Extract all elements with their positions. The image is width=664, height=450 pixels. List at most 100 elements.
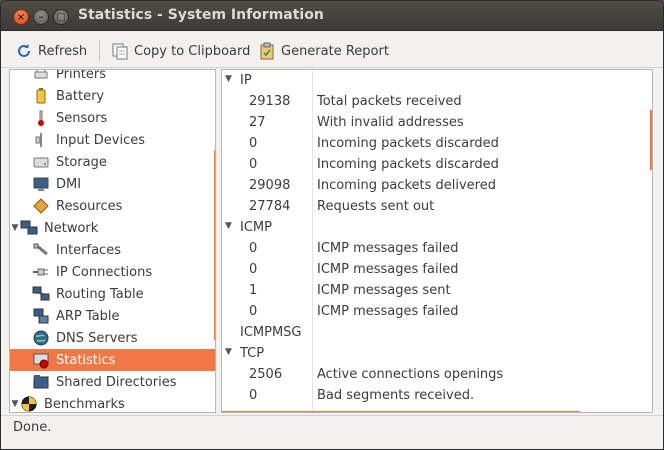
list-item[interactable]: 0 Incoming packets discarded — [222, 134, 652, 155]
expander-arrow-icon[interactable]: ▼ — [225, 347, 232, 357]
sidebar-item-sensors[interactable]: Sensors — [10, 107, 215, 129]
sidebar-item-input-devices[interactable]: Input Devices — [10, 129, 215, 151]
sidebar-item-dns-servers[interactable]: DNS Servers — [10, 327, 215, 349]
stat-value: 0 — [249, 388, 258, 403]
refresh-button[interactable]: Refresh — [15, 40, 87, 62]
section-name: IP — [240, 73, 252, 88]
stat-value: 1 — [249, 283, 258, 298]
stat-label: Incoming packets delivered — [317, 178, 496, 193]
maximize-icon[interactable]: □ — [53, 9, 69, 25]
sidebar-item-label: Benchmarks — [44, 396, 125, 412]
stat-value: 0 — [249, 262, 258, 277]
list-item[interactable]: 2506 Active connections openings — [222, 365, 652, 386]
toolbar: Refresh Copy to Clipboard Generate Repor… — [1, 32, 663, 68]
routing-icon — [32, 285, 50, 303]
expander-arrow-icon[interactable]: ▼ — [225, 74, 232, 84]
benchmark-icon — [20, 395, 38, 412]
app-window: × – □ Statistics - System Information Re… — [0, 0, 664, 450]
sidebar-tree[interactable]: Printers Battery Sensors Input Devices Stora… — [9, 69, 216, 413]
plug-icon — [32, 263, 50, 281]
generate-report-button[interactable]: Generate Report — [258, 40, 389, 62]
section-name: ICMPMSG — [240, 325, 302, 340]
sidebar-item-benchmarks[interactable]: ▼ Benchmarks — [10, 393, 215, 412]
globe-icon — [32, 329, 50, 347]
list-item[interactable]: 1 ICMP messages sent — [222, 281, 652, 302]
list-item[interactable]: 0 Incoming packets discarded — [222, 155, 652, 176]
minimize-icon[interactable]: – — [33, 9, 49, 25]
list-item[interactable]: 0 ICMP messages failed — [222, 302, 652, 323]
expander-arrow-icon[interactable]: ▼ — [10, 399, 20, 409]
sidebar-item-routing-table[interactable]: Routing Table — [10, 283, 215, 305]
folder-share-icon — [32, 373, 50, 391]
sidebar-item-interfaces[interactable]: Interfaces — [10, 239, 215, 261]
refresh-icon — [15, 42, 33, 60]
stat-label: ICMP messages failed — [317, 304, 459, 319]
sidebar-item-label: Input Devices — [56, 132, 146, 148]
report-icon — [258, 42, 276, 60]
vertical-scrollbar[interactable] — [650, 110, 652, 170]
sidebar-item-label: Resources — [56, 198, 123, 214]
sidebar-item-label: Network — [44, 220, 99, 236]
horizontal-scrollbar[interactable] — [222, 411, 580, 412]
sidebar-scrollbar[interactable] — [214, 150, 215, 340]
sidebar-item-storage[interactable]: Storage — [10, 151, 215, 173]
report-label: Generate Report — [281, 43, 389, 59]
stat-value: 29138 — [249, 94, 291, 109]
toolbar-separator — [99, 40, 100, 62]
printer-icon — [32, 70, 50, 83]
sidebar-item-printers[interactable]: Printers — [10, 69, 215, 85]
sidebar-item-resources[interactable]: Resources — [10, 195, 215, 217]
statistics-list[interactable]: ▼ IP 29138 Total packets received 27 With inv… — [221, 69, 653, 413]
stat-label: Total packets received — [317, 94, 462, 109]
expander-arrow-icon[interactable]: ▼ — [10, 223, 20, 233]
sidebar-item-dmi[interactable]: DMI — [10, 173, 215, 195]
list-item[interactable]: 0 ICMP messages failed — [222, 260, 652, 281]
section-header[interactable]: ▼ TCP — [222, 344, 652, 365]
battery-icon — [32, 87, 50, 105]
stat-value: 0 — [249, 304, 258, 319]
sidebar-item-network[interactable]: ▼ Network — [10, 217, 215, 239]
keyboard-icon — [32, 131, 50, 149]
section-header[interactable]: ICMPMSG — [222, 323, 652, 344]
thermometer-icon — [32, 109, 50, 127]
list-item[interactable]: 29098 Incoming packets delivered — [222, 176, 652, 197]
title-bar: × – □ Statistics - System Information — [1, 1, 663, 31]
stat-value: 0 — [249, 157, 258, 172]
section-header[interactable]: ▼ IP — [222, 71, 652, 92]
stat-value: 0 — [249, 241, 258, 256]
stat-label: Incoming packets discarded — [317, 157, 499, 172]
network-icon — [20, 219, 38, 237]
refresh-label: Refresh — [38, 43, 88, 59]
stat-label: Bad segments received. — [317, 388, 475, 403]
sidebar-item-arp-table[interactable]: ARP Table — [10, 305, 215, 327]
list-item[interactable]: 0 ICMP messages failed — [222, 239, 652, 260]
resources-icon — [32, 197, 50, 215]
stat-value: 0 — [249, 136, 258, 151]
list-item[interactable]: 29138 Total packets received — [222, 92, 652, 113]
sidebar-item-shared-directories[interactable]: Shared Directories — [10, 371, 215, 393]
sidebar-item-label: ARP Table — [56, 308, 120, 324]
sidebar-item-label: Sensors — [56, 110, 108, 126]
sidebar-item-battery[interactable]: Battery — [10, 85, 215, 107]
stat-label: With invalid addresses — [317, 115, 464, 130]
copy-label: Copy to Clipboard — [134, 43, 251, 59]
stat-label: ICMP messages failed — [317, 262, 459, 277]
expander-arrow-icon[interactable]: ▼ — [225, 221, 232, 231]
list-item[interactable]: 27 With invalid addresses — [222, 113, 652, 134]
stat-value: 29098 — [249, 178, 291, 193]
sidebar-item-ip-connections[interactable]: IP Connections — [10, 261, 215, 283]
sidebar-item-label: IP Connections — [56, 264, 153, 280]
stat-value: 27 — [249, 115, 266, 130]
stat-label: Incoming packets discarded — [317, 136, 499, 151]
sidebar-item-statistics[interactable]: Statistics — [10, 349, 215, 371]
status-bar: Done. — [1, 415, 663, 439]
copy-to-clipboard-button[interactable]: Copy to Clipboard — [111, 40, 250, 62]
stat-value: 27784 — [249, 199, 291, 214]
list-item[interactable]: 27784 Requests sent out — [222, 197, 652, 218]
section-header[interactable]: ▼ ICMP — [222, 218, 652, 239]
interfaces-icon — [32, 241, 50, 259]
sidebar-item-label: Printers — [56, 69, 107, 82]
close-icon[interactable]: × — [13, 9, 29, 25]
list-item[interactable]: 0 Bad segments received. — [222, 386, 652, 407]
sidebar-item-label: DMI — [56, 176, 82, 192]
